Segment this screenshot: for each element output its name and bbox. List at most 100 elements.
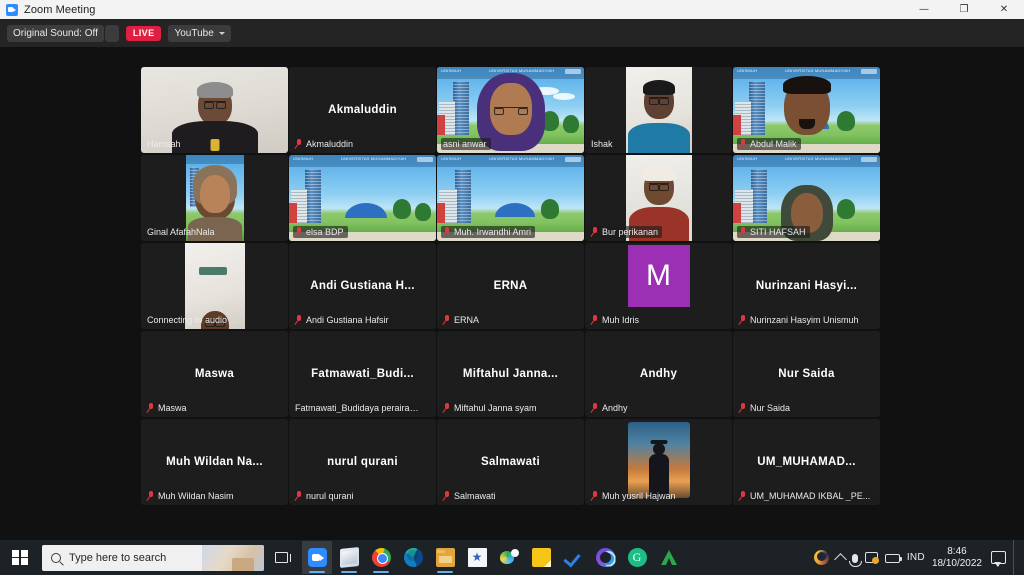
window-controls: — ❐ ✕ bbox=[904, 0, 1024, 19]
participant-nameplate: Muh yusril Hajwan bbox=[589, 490, 680, 502]
onedrive-photos-icon[interactable] bbox=[864, 552, 879, 564]
firefox-icon[interactable] bbox=[813, 550, 829, 565]
muted-microphone-icon bbox=[295, 227, 303, 237]
taskbar-app-grammarly[interactable] bbox=[622, 541, 652, 574]
folder-icon bbox=[435, 548, 455, 567]
minimize-button[interactable]: — bbox=[904, 0, 944, 19]
muted-microphone-icon bbox=[739, 491, 747, 501]
participant-tile[interactable]: UM_MUHAMAD... UM_MUHAMAD IKBAL _PE... bbox=[733, 419, 880, 505]
original-sound-control[interactable]: Original Sound: Off bbox=[7, 24, 119, 42]
participant-nameplate: Salmawati bbox=[441, 490, 500, 502]
participant-tile[interactable]: Muh yusril Hajwan bbox=[585, 419, 732, 505]
muted-microphone-icon bbox=[295, 315, 303, 325]
participant-tile[interactable]: Akmaluddin Akmaluddin bbox=[289, 67, 436, 153]
battery-icon[interactable] bbox=[884, 554, 903, 563]
participant-tile[interactable]: Andi Gustiana H... Andi Gustiana Hafsir bbox=[289, 243, 436, 329]
muted-microphone-icon bbox=[739, 315, 747, 325]
muted-microphone-icon bbox=[739, 403, 747, 413]
taskbar-app-cortana[interactable] bbox=[590, 541, 620, 574]
cortana-icon bbox=[595, 548, 615, 567]
participant-nameplate: Ginal AfafahNala bbox=[145, 226, 219, 238]
word-icon bbox=[339, 547, 359, 568]
language-indicator[interactable]: IND bbox=[907, 552, 925, 563]
participant-name: Salmawati bbox=[454, 491, 496, 501]
participant-nameplate: Ishak bbox=[589, 138, 617, 150]
maximize-button[interactable]: ❐ bbox=[944, 0, 984, 19]
edge-icon bbox=[403, 548, 423, 567]
participant-name: Abdul Malik bbox=[750, 139, 797, 149]
close-button[interactable]: ✕ bbox=[984, 0, 1024, 19]
participant-tile[interactable]: Nur Saida Nur Saida bbox=[733, 331, 880, 417]
chevron-up-icon[interactable] bbox=[833, 552, 847, 566]
chevron-down-icon bbox=[218, 31, 225, 35]
live-platform-button[interactable]: YouTube bbox=[168, 24, 231, 42]
participant-tile[interactable]: Muh Wildan Na... Muh Wildan Nasim bbox=[141, 419, 288, 505]
participant-nameplate: Muh Wildan Nasim bbox=[145, 490, 238, 502]
paint-icon bbox=[499, 548, 519, 567]
participant-name: Ishak bbox=[591, 139, 613, 149]
taskbar-app-word[interactable] bbox=[334, 541, 364, 574]
original-sound-dropdown[interactable] bbox=[104, 24, 119, 42]
original-sound-button[interactable]: Original Sound: Off bbox=[7, 24, 104, 42]
participant-tile[interactable]: Connecting to audio ... bbox=[141, 243, 288, 329]
participant-nameplate: Akmaluddin bbox=[293, 138, 357, 150]
participant-name: Bur perikanan bbox=[602, 227, 659, 237]
participant-tile[interactable]: UNISMUH UNIVERSITAS MUHAMMADIYAH bbox=[289, 155, 436, 241]
participant-nameplate: Bur perikanan bbox=[589, 226, 663, 238]
muted-microphone-icon bbox=[443, 491, 451, 501]
taskbar-app-todo[interactable] bbox=[558, 541, 588, 574]
anydesk-icon bbox=[660, 548, 679, 567]
participant-name: nurul qurani bbox=[306, 491, 354, 501]
participant-nameplate: ERNA bbox=[441, 314, 483, 326]
zoom-meeting-window: Zoom Meeting — ❐ ✕ Original Sound: Off L… bbox=[0, 0, 1024, 575]
participant-tile[interactable]: M Muh Idris bbox=[585, 243, 732, 329]
windows-logo-icon bbox=[12, 549, 28, 566]
muted-microphone-icon bbox=[739, 227, 747, 237]
participant-name: Muh yusril Hajwan bbox=[602, 491, 676, 501]
participant-tile[interactable]: Fatmawati_Budi... Fatmawati_Budidaya per… bbox=[289, 331, 436, 417]
windows-taskbar: Type here to search IND bbox=[0, 540, 1024, 575]
participant-name: Ginal AfafahNala bbox=[147, 227, 215, 237]
task-view-button[interactable] bbox=[264, 540, 298, 575]
participant-tile[interactable]: Ginal AfafahNala bbox=[141, 155, 288, 241]
participant-tile[interactable]: Salmawati Salmawati bbox=[437, 419, 584, 505]
participant-tile[interactable]: Maswa Maswa bbox=[141, 331, 288, 417]
participant-nameplate: Maswa bbox=[145, 402, 191, 414]
participant-tile[interactable]: Bur perikanan bbox=[585, 155, 732, 241]
clock[interactable]: 8:46 18/10/2022 bbox=[932, 546, 982, 570]
participant-tile[interactable]: Hamsah bbox=[141, 67, 288, 153]
taskbar-app-zoom[interactable] bbox=[302, 541, 332, 574]
search-input[interactable]: Type here to search bbox=[42, 544, 264, 571]
zoom-app-icon bbox=[6, 3, 18, 16]
participant-name: elsa BDP bbox=[306, 227, 344, 237]
participant-tile[interactable]: UNISMUH UNIVERSITAS MUHAMMADIYAH bbox=[733, 155, 880, 241]
zoom-icon bbox=[307, 548, 327, 567]
taskbar-app-anydesk[interactable] bbox=[654, 541, 684, 574]
participant-tile-active-speaker[interactable]: UNISMUH UNIVERSITAS MUHAMMADIYAH asni an… bbox=[437, 67, 584, 153]
microphone-icon[interactable] bbox=[849, 554, 863, 567]
participant-tile[interactable]: Ishak bbox=[585, 67, 732, 153]
notifications-icon[interactable] bbox=[991, 551, 1006, 567]
participant-tile[interactable]: UNISMUH UNIVERSITAS MUHAMMADIYAH bbox=[733, 67, 880, 153]
participant-tile[interactable]: ERNA ERNA bbox=[437, 243, 584, 329]
participant-tile[interactable]: UNISMUH UNIVERSITAS MUHAMMADIYAH bbox=[437, 155, 584, 241]
participant-tile[interactable]: nurul qurani nurul qurani bbox=[289, 419, 436, 505]
taskbar-app-file-explorer[interactable] bbox=[430, 541, 460, 574]
taskbar-app-store[interactable] bbox=[462, 541, 492, 574]
participant-tile[interactable]: Nurinzani Hasyi... Nurinzani Hasyim Unis… bbox=[733, 243, 880, 329]
window-title-bar: Zoom Meeting — ❐ ✕ bbox=[0, 0, 1024, 19]
search-highlight-image bbox=[202, 544, 264, 571]
start-button[interactable] bbox=[0, 540, 40, 575]
taskbar-app-paint[interactable] bbox=[494, 541, 524, 574]
taskbar-app-chrome[interactable] bbox=[366, 541, 396, 574]
participant-name: Fatmawati_Budidaya perairan ... bbox=[295, 403, 423, 413]
participant-nameplate: Nur Saida bbox=[737, 402, 794, 414]
participant-tile[interactable]: Miftahul Janna... Miftahul Janna syam bbox=[437, 331, 584, 417]
live-platform-label: YouTube bbox=[174, 27, 214, 39]
show-desktop-button[interactable] bbox=[1013, 540, 1018, 575]
taskbar-app-sticky-notes[interactable] bbox=[526, 541, 556, 574]
taskbar-app-edge[interactable] bbox=[398, 541, 428, 574]
muted-microphone-icon bbox=[443, 227, 451, 237]
participant-tile[interactable]: Andhy Andhy bbox=[585, 331, 732, 417]
participant-nameplate: nurul qurani bbox=[293, 490, 358, 502]
